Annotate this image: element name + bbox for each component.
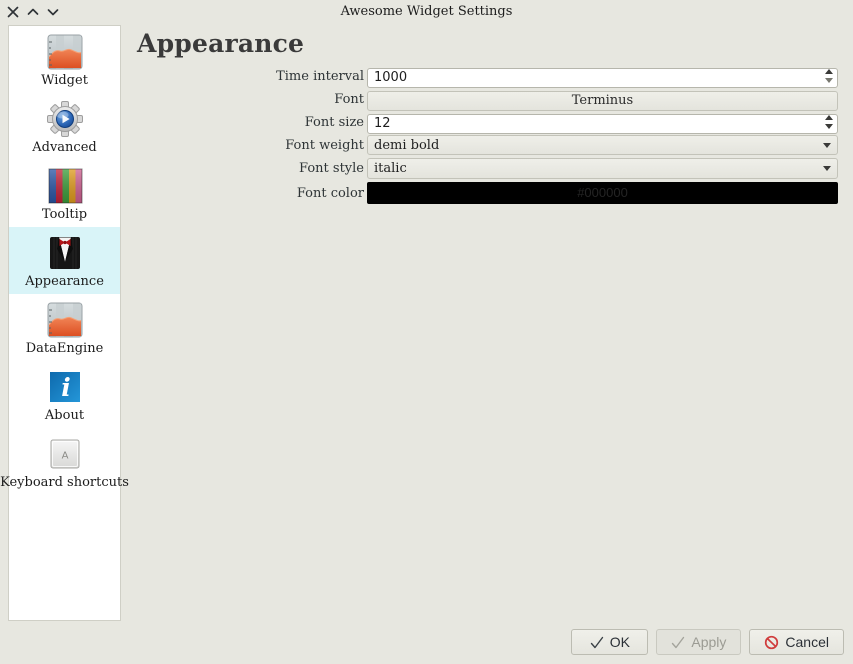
ok-button[interactable]: OK — [571, 629, 648, 655]
widget-chart-icon — [47, 302, 83, 338]
font-weight-label: Font weight — [137, 138, 367, 153]
sidebar-item-label: Tooltip — [42, 208, 87, 222]
sidebar-item-appearance[interactable]: Appearance — [9, 227, 120, 294]
cancel-button-label: Cancel — [785, 634, 829, 650]
widget-chart-icon — [47, 34, 83, 70]
tuxedo-icon — [47, 235, 83, 271]
check-icon — [590, 636, 604, 649]
page-title: Appearance — [137, 29, 304, 58]
info-icon — [47, 369, 83, 405]
time-interval-label: Time interval — [137, 69, 367, 84]
font-weight-dropdown[interactable]: demi bold — [367, 135, 838, 155]
sidebar-item-keyboard-shortcuts[interactable]: Keyboard shortcuts — [9, 428, 120, 495]
font-style-label: Font style — [137, 161, 367, 176]
sidebar-item-label: DataEngine — [26, 342, 104, 356]
font-style-dropdown[interactable]: italic — [367, 158, 838, 179]
sidebar-item-about[interactable]: About — [9, 361, 120, 428]
form-row-time-interval: Time interval — [137, 66, 844, 86]
sidebar-item-advanced[interactable]: Advanced — [9, 93, 120, 160]
sidebar-item-label: About — [45, 409, 84, 423]
category-sidebar: Widget Advanced Tooltip Appearance DataE… — [8, 25, 121, 621]
sidebar-item-label: Keyboard shortcuts — [0, 476, 129, 490]
ok-button-label: OK — [610, 634, 630, 650]
check-icon — [671, 636, 685, 649]
form-row-font-color: Font color #000000 — [137, 182, 844, 204]
color-stripes-icon — [47, 168, 83, 204]
form-row-font-size: Font size — [137, 112, 844, 132]
window-title: Awesome Widget Settings — [0, 4, 853, 19]
keyboard-key-icon — [47, 436, 83, 472]
apply-button[interactable]: Apply — [656, 629, 741, 655]
form-row-font-weight: Font weight demi bold — [137, 135, 844, 155]
chevron-down-icon — [823, 166, 831, 171]
form-row-font: Font Terminus — [137, 89, 844, 109]
appearance-form: Time interval Font Terminus Font size Fo… — [137, 66, 844, 207]
spinner-arrows-icon[interactable] — [824, 115, 833, 129]
prohibition-icon — [764, 635, 779, 650]
gear-icon — [47, 101, 83, 137]
cancel-button[interactable]: Cancel — [749, 629, 844, 655]
sidebar-item-dataengine[interactable]: DataEngine — [9, 294, 120, 361]
titlebar: Awesome Widget Settings — [0, 0, 853, 25]
sidebar-item-label: Advanced — [32, 141, 96, 155]
sidebar-item-tooltip[interactable]: Tooltip — [9, 160, 120, 227]
font-size-label: Font size — [137, 115, 367, 130]
spinner-arrows-icon[interactable] — [824, 69, 833, 83]
font-color-label: Font color — [137, 186, 367, 201]
form-row-font-style: Font style italic — [137, 158, 844, 179]
apply-button-label: Apply — [691, 634, 726, 650]
time-interval-spinbox[interactable] — [367, 68, 838, 88]
font-color-swatch-button[interactable]: #000000 — [367, 182, 838, 204]
font-label: Font — [137, 92, 367, 107]
sidebar-item-widget[interactable]: Widget — [9, 26, 120, 93]
sidebar-item-label: Widget — [41, 74, 88, 88]
chevron-down-icon — [823, 143, 831, 148]
sidebar-item-label: Appearance — [25, 275, 104, 289]
dialog-footer: OK Apply Cancel — [571, 629, 844, 655]
font-picker-button[interactable]: Terminus — [367, 91, 838, 111]
font-size-spinbox[interactable] — [367, 114, 838, 134]
